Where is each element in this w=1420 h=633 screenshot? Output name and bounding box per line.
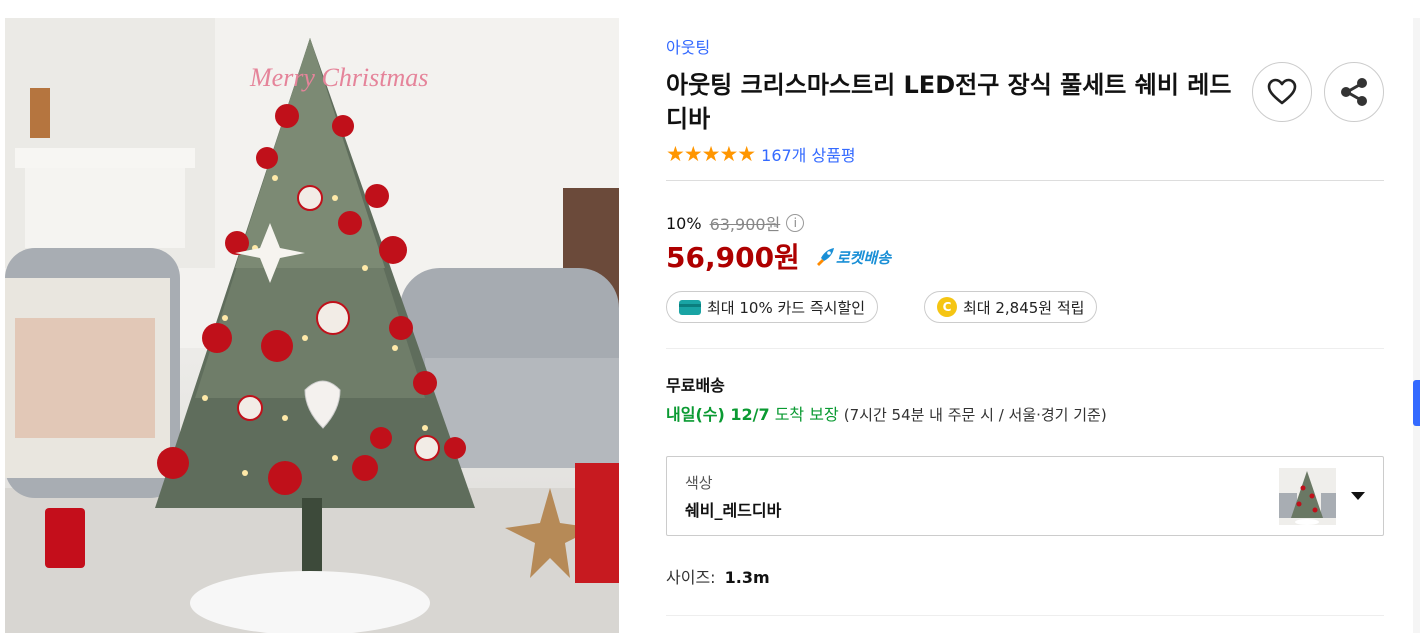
color-option-select[interactable]: 색상 쉐비_레드디바 (666, 456, 1384, 536)
chevron-down-icon (1351, 492, 1365, 500)
card-discount-badge[interactable]: 최대 10% 카드 즉시할인 (666, 291, 879, 323)
option-value: 쉐비_레드디바 (685, 501, 782, 520)
cashback-badge[interactable]: C 최대 2,845원 적립 (924, 291, 1098, 323)
rocket-icon (816, 248, 834, 266)
rocket-delivery-badge: 로켓배송 (814, 247, 891, 268)
product-info-panel: 아웃팅 아웃팅 크리스마스트리 LED전구 장식 풀세트 쉐비 레드디바 ★★★… (666, 0, 1384, 633)
option-label: 색상 (685, 474, 713, 492)
shipping-title: 무료배송 (666, 376, 725, 395)
wishlist-button[interactable] (1252, 62, 1312, 122)
cashback-label: 최대 2,845원 적립 (963, 298, 1085, 317)
delivery-guarantee: 도착 보장 (774, 405, 839, 424)
delivery-date: 내일(수) 12/7 (666, 405, 770, 424)
rating-row: ★★★★★ 167개 상품평 (666, 142, 856, 166)
size-row: 사이즈: 1.3m (666, 564, 770, 588)
share-icon (1341, 78, 1367, 106)
divider (666, 615, 1384, 616)
divider (666, 180, 1384, 181)
share-button[interactable] (1324, 62, 1384, 122)
coin-icon: C (937, 297, 957, 317)
heart-icon (1267, 78, 1297, 105)
scrollbar-thumb[interactable] (1413, 380, 1420, 426)
signage-text: Merry Christmas (249, 63, 428, 92)
brand-link[interactable]: 아웃팅 (666, 34, 710, 58)
card-icon (679, 299, 701, 315)
star-rating: ★★★★★ (666, 142, 756, 166)
discount-row: 10% 63,900원 i (666, 211, 805, 235)
scrollbar-track[interactable] (1413, 18, 1420, 633)
product-title: 아웃팅 크리스마스트리 LED전구 장식 풀세트 쉐비 레드디바 (666, 71, 1232, 133)
review-count-link[interactable]: 167개 상품평 (761, 142, 856, 166)
size-value: 1.3m (724, 568, 770, 587)
product-image[interactable]: Merry Christmas (5, 18, 619, 633)
discount-rate: 10% (666, 213, 702, 233)
size-label: 사이즈: (666, 568, 716, 587)
info-icon[interactable]: i (786, 214, 805, 232)
sale-price: 56,900원 (666, 241, 800, 274)
option-thumbnail (1279, 468, 1336, 525)
original-price: 63,900원 (709, 215, 781, 234)
delivery-estimate: 내일(수) 12/7 도착 보장 (7시간 54분 내 주문 시 / 서울·경기… (666, 401, 1107, 425)
divider (666, 348, 1384, 349)
card-discount-label: 최대 10% 카드 즉시할인 (707, 298, 866, 317)
rocket-label: 로켓배송 (835, 248, 892, 267)
sale-price-row: 56,900원 로켓배송 (666, 236, 891, 276)
delivery-note: (7시간 54분 내 주문 시 / 서울·경기 기준) (843, 406, 1107, 424)
